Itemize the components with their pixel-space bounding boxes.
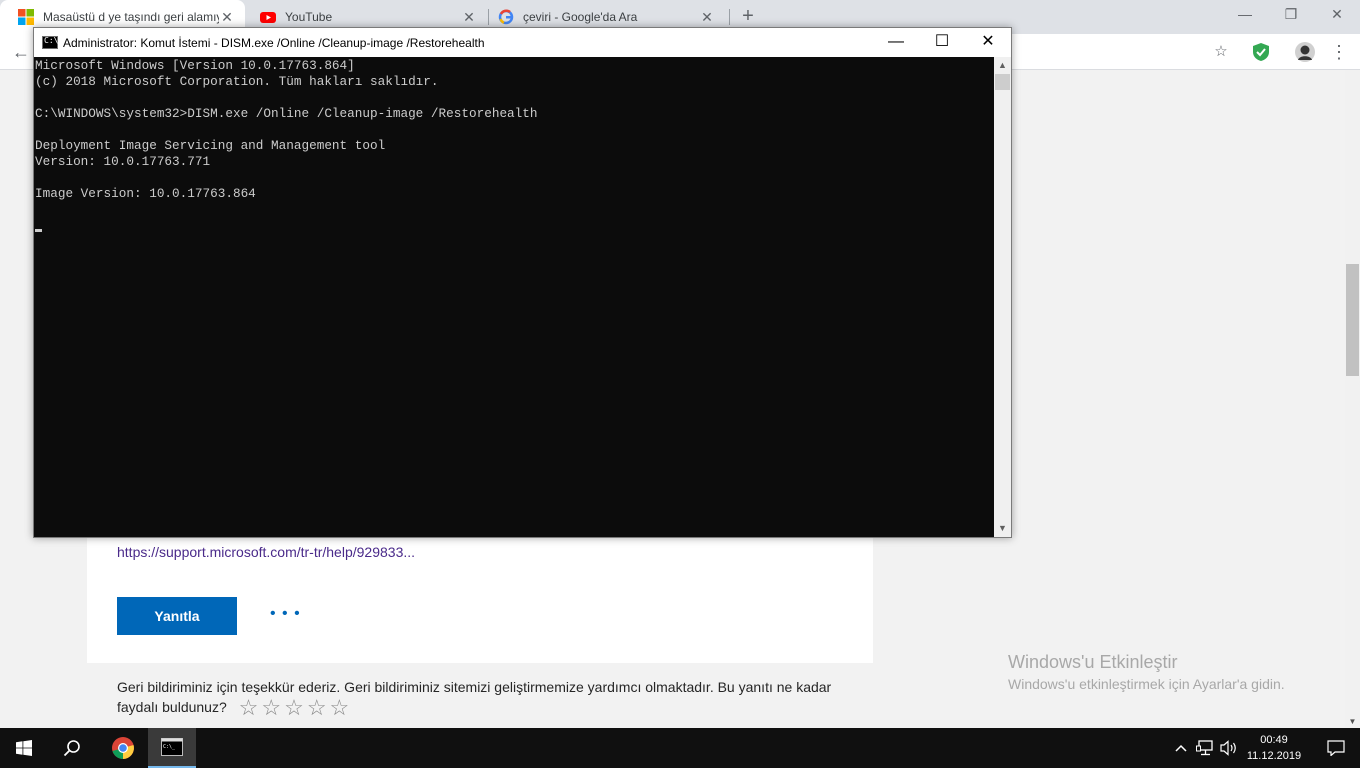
browser-minimize-button[interactable]: —	[1222, 0, 1268, 30]
windows-logo-icon	[16, 740, 32, 756]
console-line: Image Version: 10.0.17763.864	[35, 186, 256, 201]
text-cursor	[35, 229, 42, 232]
tab-close-icon[interactable]: ✕	[219, 9, 235, 26]
taskbar-clock[interactable]: 00:49 11.12.2019	[1240, 732, 1308, 764]
scroll-down-arrow-icon[interactable]: ▼	[994, 520, 1011, 537]
more-options-button[interactable]: • • •	[270, 605, 301, 623]
browser-close-button[interactable]: ✕	[1314, 0, 1360, 30]
tab-close-icon[interactable]: ✕	[699, 9, 715, 26]
show-hidden-icons-chevron-icon[interactable]	[1170, 738, 1192, 758]
tab-title: Masaüstü d ye taşındı geri alamıy	[43, 10, 219, 24]
cmd-close-button[interactable]: ✕	[965, 28, 1011, 57]
notification-icon	[1327, 740, 1345, 756]
taskbar-cmd-button[interactable]: C:\_	[148, 728, 196, 768]
activation-watermark: Windows'u Etkinleştir Windows'u etkinleş…	[1008, 652, 1285, 692]
browser-menu-icon[interactable]: ⋮	[1328, 41, 1350, 63]
bookmark-star-icon[interactable]: ☆	[1210, 41, 1232, 63]
taskbar-search-button[interactable]	[48, 728, 96, 768]
rating-stars[interactable]: ☆☆☆☆☆	[239, 697, 353, 719]
console-line: (c) 2018 Microsoft Corporation. Tüm hakl…	[35, 74, 439, 89]
support-link[interactable]: https://support.microsoft.com/tr-tr/help…	[117, 544, 415, 560]
cmd-window[interactable]: C:\ Administrator: Komut İstemi - DISM.e…	[33, 27, 1012, 538]
scroll-down-arrow-icon[interactable]: ▼	[1345, 717, 1360, 726]
scroll-up-arrow-icon[interactable]: ▲	[994, 57, 1011, 74]
cmd-titlebar[interactable]: C:\ Administrator: Komut İstemi - DISM.e…	[34, 28, 1011, 57]
feedback-panel: Geri bildiriminiz için teşekkür ederiz. …	[87, 663, 873, 728]
cmd-icon: C:\_	[161, 738, 183, 756]
tab-title: YouTube	[285, 10, 333, 24]
console-line: ​	[35, 90, 994, 106]
page-scroll-thumb[interactable]	[1346, 264, 1359, 376]
console-line: ​	[35, 170, 994, 186]
back-button[interactable]: ←	[8, 40, 34, 64]
clock-time: 00:49	[1260, 734, 1288, 746]
cmd-maximize-button[interactable]: ☐	[919, 28, 965, 57]
console-line: Version: 10.0.17763.771	[35, 154, 211, 169]
network-icon[interactable]	[1194, 738, 1216, 758]
watermark-subtitle: Windows'u etkinleştirmek için Ayarlar'a …	[1008, 676, 1285, 692]
page-scrollbar[interactable]: ▼	[1345, 70, 1360, 728]
tab-close-icon[interactable]: ✕	[461, 9, 477, 26]
profile-avatar-icon[interactable]	[1294, 41, 1316, 63]
taskbar-chrome-button[interactable]	[99, 728, 147, 768]
new-tab-button[interactable]: +	[738, 5, 758, 27]
console-line: C:\WINDOWS\system32>DISM.exe /Online /Cl…	[35, 106, 538, 121]
console-line: Microsoft Windows [Version 10.0.17763.86…	[35, 58, 355, 73]
console-line: ​	[35, 122, 994, 138]
cmd-console-output[interactable]: Microsoft Windows [Version 10.0.17763.86…	[34, 57, 994, 537]
console-line: Deployment Image Servicing and Managemen…	[35, 138, 386, 153]
youtube-icon	[260, 12, 276, 23]
volume-icon[interactable]	[1218, 738, 1240, 758]
cmd-app-icon: C:\	[42, 36, 58, 49]
watermark-title: Windows'u Etkinleştir	[1008, 652, 1178, 672]
start-button[interactable]	[0, 728, 48, 768]
search-icon	[63, 740, 80, 757]
cmd-title: Administrator: Komut İstemi - DISM.exe /…	[63, 36, 485, 50]
reply-button[interactable]: Yanıtla	[117, 597, 237, 635]
google-icon	[498, 9, 514, 25]
browser-restore-button[interactable]: ❐	[1268, 0, 1314, 30]
svg-text:C:\_: C:\_	[163, 744, 176, 750]
cmd-minimize-button[interactable]: —	[873, 28, 919, 57]
tab-title: çeviri - Google'da Ara	[523, 10, 638, 24]
shield-extension-icon[interactable]	[1250, 41, 1272, 63]
taskbar: C:\_ 00:49 11.12.2019	[0, 728, 1360, 768]
console-line: ​	[35, 202, 994, 218]
cmd-scrollbar[interactable]: ▲ ▼	[994, 57, 1011, 537]
feedback-text: Geri bildiriminiz için teşekkür ederiz. …	[117, 679, 832, 715]
console-cursor-line	[35, 218, 994, 234]
clock-date: 11.12.2019	[1246, 750, 1302, 762]
microsoft-logo-icon	[18, 9, 34, 25]
cmd-scroll-thumb[interactable]	[995, 74, 1010, 90]
action-center-button[interactable]	[1312, 728, 1360, 768]
chrome-icon	[112, 737, 134, 759]
tab-divider	[729, 9, 730, 25]
